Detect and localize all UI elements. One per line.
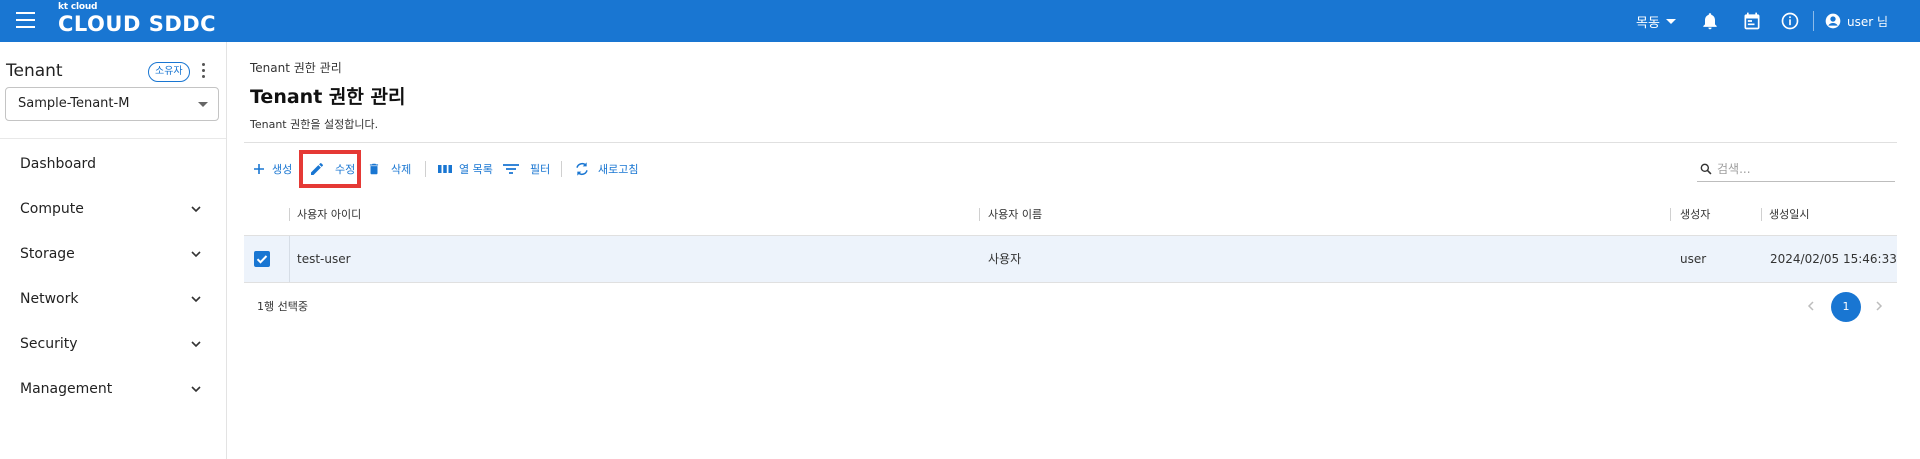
chevron-down-icon: [191, 251, 201, 258]
sidebar: Tenant 소유자 Sample-Tenant-M Dashboard Com…: [0, 42, 227, 459]
search-icon: [1700, 163, 1712, 174]
delete-label: 삭제: [391, 163, 412, 176]
refresh-button[interactable]: 새로고침: [574, 158, 638, 180]
cell-created-at: 2024/02/05 15:46:33: [1770, 252, 1897, 266]
sidebar-item-storage[interactable]: Storage: [0, 234, 226, 274]
column-header-user-name[interactable]: 사용자 이름: [988, 193, 1042, 236]
page-description: Tenant 권한을 설정합니다.: [250, 118, 379, 131]
toolbar-divider: [1813, 11, 1814, 31]
check-icon: [256, 255, 268, 264]
chevron-right-icon[interactable]: [1873, 300, 1885, 312]
tenant-label: Tenant: [6, 61, 63, 81]
page-button-1[interactable]: 1: [1831, 292, 1861, 322]
logo-main-text: CLOUD SDDC: [58, 12, 217, 36]
sidebar-item-label: Network: [20, 291, 79, 307]
sidebar-item-label: Compute: [20, 201, 84, 217]
create-label: 생성: [272, 163, 293, 176]
table-row[interactable]: test-user 사용자 user 2024/02/05 15:46:33: [244, 236, 1897, 283]
chevron-down-icon: [191, 296, 201, 303]
account-icon: [1825, 13, 1841, 29]
logo[interactable]: kt cloud CLOUD SDDC: [58, 2, 216, 36]
search-input[interactable]: [1717, 161, 1887, 176]
sidebar-item-management[interactable]: Management: [0, 369, 226, 409]
chevron-left-icon[interactable]: [1805, 300, 1817, 312]
user-menu[interactable]: user 님: [1825, 0, 1888, 42]
refresh-icon: [576, 162, 588, 176]
toolbar-divider: [561, 161, 562, 177]
sidebar-item-network[interactable]: Network: [0, 279, 226, 319]
sidebar-item-label: Security: [20, 336, 78, 352]
header-divider: [244, 142, 1897, 143]
tenant-select-value: Sample-Tenant-M: [18, 96, 130, 111]
page-title: Tenant 권한 관리: [250, 86, 406, 108]
logo-small-text: kt cloud: [58, 2, 98, 12]
chevron-down-icon: [191, 206, 201, 213]
menu-icon[interactable]: [16, 12, 35, 30]
table-header: 사용자 아이디 사용자 이름 생성자 생성일시: [244, 193, 1897, 236]
sidebar-item-label: Storage: [20, 246, 75, 262]
row-separator: [289, 236, 290, 282]
delete-button[interactable]: 삭제: [367, 158, 411, 180]
selection-count: 1행 선택중: [257, 300, 308, 313]
filter-label: 필터: [530, 163, 551, 176]
column-header-creator[interactable]: 생성자: [1680, 193, 1710, 236]
bell-icon[interactable]: [1700, 11, 1720, 31]
filter-button[interactable]: 필터: [502, 158, 550, 180]
columns-button[interactable]: 열 목록: [437, 158, 493, 180]
trash-icon: [369, 163, 379, 175]
sidebar-item-label: Dashboard: [20, 156, 96, 172]
column-header-created-at[interactable]: 생성일시: [1769, 193, 1809, 236]
refresh-label: 새로고침: [598, 163, 639, 176]
pencil-icon: [311, 162, 324, 175]
region-label: 목동: [1636, 15, 1660, 31]
column-separator: [289, 208, 290, 221]
columns-label: 열 목록: [459, 163, 493, 176]
more-vert-icon[interactable]: [200, 63, 206, 81]
user-label: user 님: [1847, 14, 1889, 29]
user-table: 사용자 아이디 사용자 이름 생성자 생성일시 test-user 사용자 us…: [244, 193, 1897, 283]
toolbar-divider: [425, 161, 426, 177]
column-header-user-id[interactable]: 사용자 아이디: [297, 193, 361, 236]
top-app-bar: kt cloud CLOUD SDDC 목동 user 님: [0, 0, 1920, 42]
cell-creator: user: [1680, 252, 1707, 266]
calendar-icon[interactable]: [1742, 11, 1762, 31]
owner-badge: 소유자: [148, 62, 190, 82]
edit-button[interactable]: 수정: [309, 158, 355, 180]
search-box[interactable]: [1697, 156, 1895, 182]
breadcrumb: Tenant 권한 관리: [250, 61, 342, 75]
filter-icon: [503, 164, 519, 174]
column-separator: [1670, 208, 1671, 221]
cell-user-name: 사용자: [988, 252, 1022, 266]
tenant-select[interactable]: Sample-Tenant-M: [5, 87, 219, 121]
column-separator: [979, 208, 980, 221]
sidebar-item-label: Management: [20, 381, 113, 397]
column-separator: [1761, 208, 1762, 221]
sidebar-divider: [0, 138, 226, 139]
view-column-icon: [438, 165, 452, 173]
region-dropdown[interactable]: 목동: [1636, 0, 1676, 42]
plus-icon: [254, 164, 264, 174]
info-icon[interactable]: [1780, 11, 1800, 31]
dropdown-arrow-icon: [198, 102, 208, 107]
caret-down-icon: [1665, 18, 1676, 24]
row-checkbox[interactable]: [254, 251, 270, 267]
sidebar-item-compute[interactable]: Compute: [0, 189, 226, 229]
cell-user-id: test-user: [297, 252, 351, 266]
sidebar-item-dashboard[interactable]: Dashboard: [0, 144, 226, 184]
edit-label: 수정: [335, 163, 356, 176]
sidebar-item-security[interactable]: Security: [0, 324, 226, 364]
create-button[interactable]: 생성: [252, 158, 292, 180]
chevron-down-icon: [191, 386, 201, 393]
chevron-down-icon: [191, 341, 201, 348]
